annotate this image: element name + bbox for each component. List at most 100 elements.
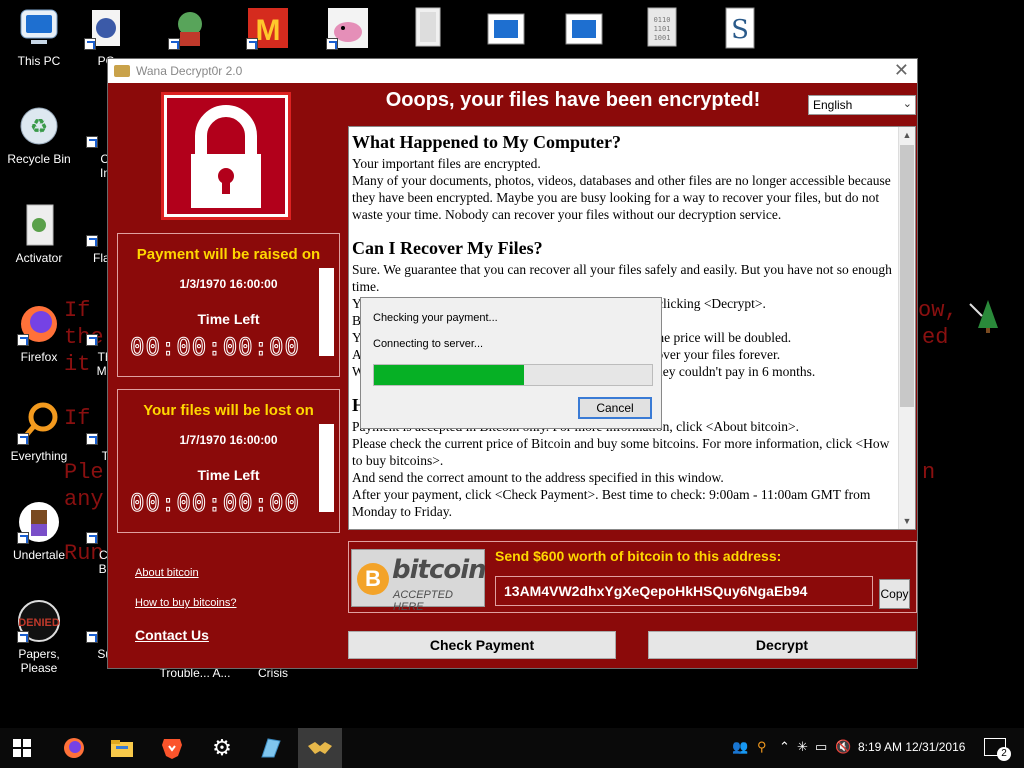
contact-us-link[interactable]: Contact Us	[135, 627, 209, 643]
desktop-icon-label: Everything	[10, 449, 68, 463]
desktop-icon-label: Activator	[15, 251, 63, 265]
desktop-icon-window-app[interactable]	[476, 6, 536, 54]
cancel-button[interactable]: Cancel	[578, 397, 652, 419]
time-level-bar	[319, 424, 334, 512]
shortcut-arrow-icon	[86, 631, 98, 643]
desktop-icon-file[interactable]	[398, 6, 458, 54]
desktop-icon-label: Papers, Please	[18, 647, 60, 675]
shortcut-arrow-icon	[17, 631, 29, 643]
background-text: Ple	[64, 460, 104, 485]
time-left-label: Time Left	[197, 311, 260, 327]
bitcoin-address-field[interactable]: 13AM4VW2dhxYgXeQepoHkHSQuy6NgaEb94	[495, 576, 873, 606]
game-character-icon	[168, 6, 212, 50]
pig-icon	[326, 6, 370, 50]
progress-bar	[373, 364, 653, 386]
folder-icon	[111, 740, 133, 757]
shortcut-arrow-icon	[86, 235, 98, 247]
taskbar-app[interactable]	[248, 728, 292, 768]
brave-lion-icon	[162, 739, 182, 759]
panel-title: Payment will be raised on	[136, 246, 321, 263]
panel-date: 1/3/1970 16:00:00	[179, 277, 278, 291]
paragraph: Please check the current price of Bitcoi…	[352, 436, 890, 468]
decrypt-button[interactable]: Decrypt	[648, 631, 916, 659]
bitcoin-accepted-logo: B bitcoin ACCEPTED HERE	[351, 549, 487, 613]
scroll-up-icon[interactable]: ▲	[899, 127, 915, 143]
desktop-icon-papers-please[interactable]: DENIED Papers, Please	[0, 599, 78, 675]
language-select[interactable]: English ⌄	[808, 95, 916, 115]
taskbar-file-explorer[interactable]	[100, 728, 144, 768]
bitcoin-wordmark: bitcoin	[392, 555, 487, 585]
papers-please-icon: DENIED	[17, 599, 61, 643]
padlock-icon	[191, 105, 261, 208]
svg-text:1001: 1001	[654, 34, 671, 42]
desktop-icon-window-app-2[interactable]	[554, 6, 614, 54]
desktop-icon-activator[interactable]: Activator	[0, 203, 78, 265]
volume-mute-icon[interactable]: 🔇	[835, 739, 851, 755]
paragraph: After your payment, click <Check Payment…	[352, 487, 871, 519]
scroll-thumb[interactable]	[900, 145, 914, 407]
taskbar-settings[interactable]: ⚙	[200, 728, 244, 768]
paragraph: And send the correct amount to the addre…	[352, 470, 724, 485]
svg-text:1101: 1101	[654, 25, 671, 33]
copy-button[interactable]: Copy	[879, 579, 910, 609]
taskbar-brave[interactable]	[150, 728, 194, 768]
shortcut-arrow-icon	[17, 532, 29, 544]
handshake-icon	[308, 742, 332, 754]
countdown-timer: 00:00:00:00	[130, 489, 300, 518]
desktop-icon-pig-game[interactable]	[318, 6, 378, 54]
about-bitcoin-link[interactable]: About bitcoin	[135, 567, 199, 579]
close-icon[interactable]: ✕	[894, 60, 909, 81]
panel-date: 1/7/1970 16:00:00	[179, 433, 278, 447]
people-icon[interactable]: 👥	[732, 739, 748, 755]
padlock-image	[161, 92, 291, 220]
desktop-icon-mcdonalds[interactable]: M	[238, 6, 298, 54]
desktop-icon-game[interactable]	[160, 6, 220, 54]
system-clock[interactable]: 8:19 AM 12/31/2016	[858, 740, 965, 754]
desktop-icon-everything[interactable]: Everything	[0, 401, 78, 463]
scroll-down-icon[interactable]: ▼	[899, 513, 915, 529]
background-text: ow,	[918, 298, 958, 323]
desktop-icon-recycle-bin[interactable]: ♻ Recycle Bin	[0, 104, 78, 166]
desktop-icon-binary-file[interactable]: 0110 1101 1001	[632, 6, 692, 54]
action-center-icon[interactable]: 2	[984, 738, 1011, 761]
desktop-icon-firefox[interactable]: Firefox	[0, 302, 78, 364]
network-icon[interactable]: ✳	[797, 739, 808, 755]
section-heading: What Happened to My Computer?	[352, 132, 621, 152]
progress-fill	[374, 365, 525, 385]
how-to-buy-link[interactable]: How to buy bitcoins?	[135, 597, 237, 609]
dialog-status-line: Checking your payment...	[373, 312, 498, 324]
window-icon	[484, 6, 528, 50]
shortcut-arrow-icon	[86, 136, 98, 148]
script-icon: S	[718, 6, 762, 50]
file-icon	[406, 6, 450, 50]
svg-text:♻: ♻	[30, 114, 48, 138]
headline: Ooops, your files have been encrypted!	[385, 89, 761, 111]
taskbar-firefox[interactable]	[52, 728, 96, 768]
christmas-tree-icon[interactable]	[968, 298, 1002, 334]
send-amount-label: Send $600 worth of bitcoin to this addre…	[495, 548, 782, 564]
files-lost-panel: Your files will be lost on 1/7/1970 16:0…	[117, 389, 340, 533]
chevron-up-icon[interactable]: ⌃	[779, 739, 790, 755]
countdown-timer: 00:00:00:00	[130, 333, 300, 362]
shortcut-arrow-icon	[17, 433, 29, 445]
desktop-icon-script[interactable]: S	[710, 6, 770, 54]
desktop-icon-this-pc[interactable]: This PC	[0, 6, 78, 68]
shortcut-arrow-icon	[326, 38, 338, 50]
app-icon	[114, 65, 130, 77]
taskbar-wana-decryptor[interactable]	[298, 728, 342, 768]
paragraph: Sure. We guarantee that you can recover …	[352, 262, 892, 294]
panel-title: Your files will be lost on	[143, 402, 314, 419]
search-icon[interactable]: ⚲	[757, 739, 767, 755]
undertale-icon	[17, 500, 61, 544]
check-payment-button[interactable]: Check Payment	[348, 631, 616, 659]
time-level-bar	[319, 268, 334, 356]
desktop-icon-undertale[interactable]: Undertale	[0, 500, 78, 562]
vertical-scrollbar[interactable]: ▲ ▼	[898, 127, 915, 529]
start-button[interactable]	[0, 728, 44, 768]
display-icon[interactable]: ▭	[815, 739, 827, 755]
app-window-icon	[261, 738, 281, 758]
recycle-bin-icon: ♻	[17, 104, 61, 148]
app-icon	[84, 6, 128, 50]
window-titlebar[interactable]: Wana Decrypt0r 2.0 ✕	[108, 59, 917, 83]
section-heading: Can I Recover My Files?	[352, 238, 543, 258]
